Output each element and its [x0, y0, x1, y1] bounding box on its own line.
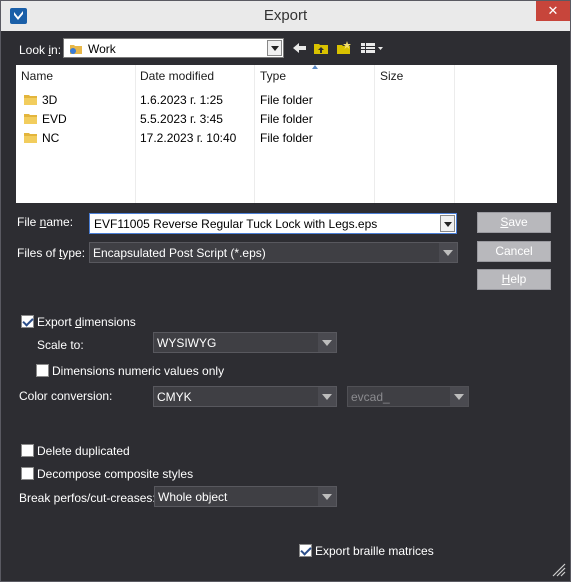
delete-duplicated-label: Delete duplicated	[37, 444, 130, 458]
file-name-value: EVF11005 Reverse Regular Tuck Lock with …	[94, 217, 378, 231]
color-conversion-label: Color conversion:	[19, 389, 113, 403]
help-button[interactable]: Help	[477, 269, 551, 290]
export-braille-checkbox[interactable]	[299, 544, 312, 557]
resize-grip-icon[interactable]	[552, 563, 566, 577]
file-row[interactable]: NC 17.2.2023 г. 10:40 File folder	[16, 129, 557, 148]
export-dialog: Export ✕ Look in: Work Name Date modifie…	[0, 0, 571, 582]
export-dimensions-label: Export dimensions	[37, 315, 136, 329]
back-arrow-icon[interactable]	[291, 41, 308, 55]
delete-duplicated-checkbox[interactable]	[21, 444, 34, 457]
close-button[interactable]: ✕	[536, 1, 570, 21]
view-menu-icon[interactable]	[360, 41, 384, 55]
file-date-cell: 17.2.2023 г. 10:40	[140, 131, 237, 145]
dimensions-numeric-checkbox[interactable]	[36, 364, 49, 377]
export-braille-label: Export braille matrices	[315, 544, 434, 558]
column-header-type[interactable]: Type	[260, 69, 286, 83]
file-name-cell: 3D	[42, 93, 58, 107]
file-date-cell: 5.5.2023 г. 3:45	[140, 112, 223, 126]
file-date-cell: 1.6.2023 г. 1:25	[140, 93, 223, 107]
break-perfos-label: Break perfos/cut-creases:	[19, 491, 156, 505]
file-type-cell: File folder	[260, 131, 313, 145]
file-type-label: Files of type:	[17, 246, 86, 260]
new-folder-icon[interactable]	[336, 41, 353, 55]
export-dimensions-checkbox[interactable]	[21, 315, 34, 328]
file-type-dropdown[interactable]: Encapsulated Post Script (*.eps)	[89, 242, 458, 263]
window-title: Export	[263, 7, 308, 24]
look-in-label: Look in:	[19, 43, 62, 57]
folder-network-icon	[70, 45, 82, 54]
file-row[interactable]: EVD 5.5.2023 г. 3:45 File folder	[16, 110, 557, 129]
look-in-value: Work	[88, 42, 116, 56]
column-header-name[interactable]: Name	[21, 69, 53, 83]
file-type-cell: File folder	[260, 93, 313, 107]
file-name-cell: NC	[42, 131, 60, 145]
up-folder-icon[interactable]	[313, 41, 330, 55]
chevron-down-icon[interactable]	[318, 487, 336, 506]
cancel-button[interactable]: Cancel	[477, 241, 551, 262]
file-name-label: File name:	[17, 215, 74, 229]
scale-to-label: Scale to:	[37, 338, 84, 352]
file-name-cell: EVD	[42, 112, 67, 126]
decompose-styles-label: Decompose composite styles	[37, 467, 194, 481]
title-bar: Export ✕	[1, 1, 570, 31]
chevron-down-icon[interactable]	[267, 40, 282, 56]
scale-to-dropdown[interactable]: WYSIWYG	[153, 332, 337, 353]
file-list[interactable]: Name Date modified Type Size 3D 1.6.2023…	[16, 65, 557, 203]
dimensions-numeric-label: Dimensions numeric values only	[52, 364, 225, 378]
color-profile-value: evcad_	[351, 390, 390, 404]
chevron-down-icon[interactable]	[318, 333, 336, 352]
column-header-size[interactable]: Size	[380, 69, 403, 83]
column-header-date-modified[interactable]: Date modified	[140, 69, 214, 83]
look-in-dropdown[interactable]: Work	[63, 38, 284, 58]
chevron-down-icon[interactable]	[439, 243, 457, 262]
color-conversion-dropdown[interactable]: CMYK	[153, 386, 337, 407]
folder-icon	[24, 114, 37, 124]
chevron-down-icon[interactable]	[450, 387, 468, 406]
chevron-down-icon[interactable]	[440, 215, 455, 232]
file-name-combo[interactable]: EVF11005 Reverse Regular Tuck Lock with …	[89, 213, 457, 234]
scale-to-value: WYSIWYG	[157, 336, 217, 350]
color-conversion-value: CMYK	[157, 390, 192, 404]
folder-icon	[24, 95, 37, 105]
break-perfos-dropdown[interactable]: Whole object	[154, 486, 337, 507]
sort-ascending-icon	[312, 65, 318, 69]
color-profile-dropdown[interactable]: evcad_	[347, 386, 469, 407]
save-button[interactable]: Save	[477, 212, 551, 233]
decompose-styles-checkbox[interactable]	[21, 467, 34, 480]
file-type-cell: File folder	[260, 112, 313, 126]
file-type-value: Encapsulated Post Script (*.eps)	[93, 246, 266, 260]
file-row[interactable]: 3D 1.6.2023 г. 1:25 File folder	[16, 91, 557, 110]
break-perfos-value: Whole object	[158, 490, 228, 504]
chevron-down-icon[interactable]	[318, 387, 336, 406]
folder-icon	[24, 133, 37, 143]
